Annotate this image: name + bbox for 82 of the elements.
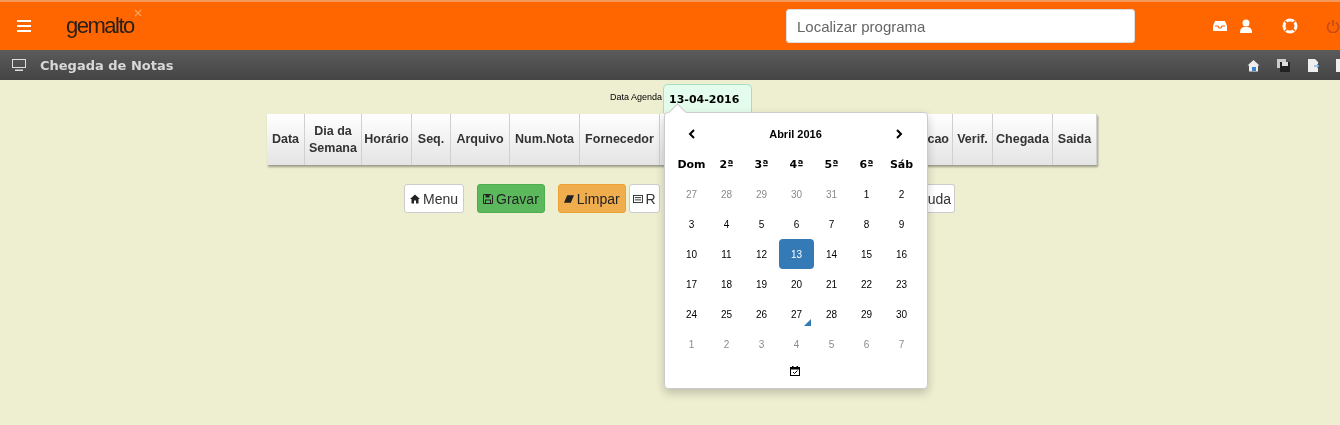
previous-month-icon[interactable] [688, 129, 696, 139]
calendar-icon[interactable] [789, 366, 800, 376]
calendar-day[interactable]: 16 [884, 239, 919, 269]
column-header: Data [267, 114, 305, 165]
eraser-icon [563, 193, 574, 204]
column-header: Fornecedor [580, 114, 660, 165]
calendar-day[interactable]: 2 [884, 179, 919, 209]
column-header: Saida [1053, 114, 1097, 165]
save-icon[interactable] [1277, 58, 1290, 72]
calendar-day[interactable]: 3 [674, 209, 709, 239]
calendar-day[interactable]: 5 [744, 209, 779, 239]
calendar-day[interactable]: 1 [674, 329, 709, 359]
help-button[interactable]: uda [928, 184, 955, 213]
calendar-day[interactable]: 28 [709, 179, 744, 209]
lifebuoy-icon[interactable] [1282, 18, 1298, 34]
column-header: Horário [362, 114, 412, 165]
calendar-day[interactable]: 6 [849, 329, 884, 359]
calendar-day[interactable]: 2 [709, 329, 744, 359]
next-month-icon[interactable] [895, 129, 903, 139]
calendar-day[interactable]: 4 [709, 209, 744, 239]
column-header: Arquivo [451, 114, 510, 165]
calendar-day[interactable]: 8 [849, 209, 884, 239]
weekday-label: 3ª [753, 156, 770, 173]
month-title[interactable]: Abril 2016 [769, 128, 822, 140]
column-header: Num.Nota [510, 114, 580, 165]
action-button[interactable]: R [628, 184, 660, 213]
user-icon[interactable] [1240, 19, 1252, 33]
calendar-day[interactable]: 14 [814, 239, 849, 269]
calendar-day[interactable]: 25 [709, 299, 744, 329]
calendar-day[interactable]: 1 [849, 179, 884, 209]
action-button[interactable]: Gravar [477, 184, 545, 213]
column-header: Dia da Semana [305, 114, 362, 165]
calendar-day[interactable]: 22 [849, 269, 884, 299]
date-label: Data Agenda [610, 92, 663, 102]
list-icon [632, 193, 643, 204]
sparkle-icon [133, 9, 142, 17]
home-icon [410, 193, 420, 204]
calendar-day[interactable]: 17 [674, 269, 709, 299]
calendar-day[interactable]: 23 [884, 269, 919, 299]
calendar-day[interactable]: 31 [814, 179, 849, 209]
calendar-day[interactable]: 7 [814, 209, 849, 239]
calendar-day[interactable]: 29 [744, 179, 779, 209]
calendar-day[interactable]: 9 [884, 209, 919, 239]
calendar-day[interactable]: 10 [674, 239, 709, 269]
calendar-day[interactable]: 29 [849, 299, 884, 329]
weekday-label: 6ª [858, 156, 875, 173]
calendar-day[interactable]: 18 [709, 269, 744, 299]
home-icon[interactable] [1247, 58, 1260, 72]
calendar-day[interactable]: 20 [779, 269, 814, 299]
weekday-label: 2ª [718, 156, 735, 173]
calendar-day[interactable]: 30 [779, 179, 814, 209]
monitor-icon [12, 59, 26, 71]
calendar-day[interactable]: 27 [779, 299, 814, 329]
calendar-day[interactable]: 6 [779, 209, 814, 239]
calendar-day[interactable]: 13 [779, 239, 814, 269]
date-field[interactable]: 13-04-2016 [663, 84, 753, 113]
logo: gemalto [66, 13, 134, 39]
inbox-icon[interactable] [1213, 19, 1227, 33]
search-field[interactable]: Localizar programa [786, 9, 1135, 43]
calendar-day[interactable]: 11 [709, 239, 744, 269]
column-header: Seq. [412, 114, 451, 165]
column-header: Chegada [993, 114, 1053, 165]
calendar-day[interactable]: 15 [849, 239, 884, 269]
action-button[interactable]: Menu [404, 184, 465, 213]
calendar-day[interactable]: 7 [884, 329, 919, 359]
weekday-label: 5ª [823, 156, 840, 173]
action-button[interactable]: Limpar [557, 184, 626, 213]
calendar-day[interactable]: 3 [744, 329, 779, 359]
column-header: Verif. [953, 114, 993, 165]
calendar-day[interactable]: 28 [814, 299, 849, 329]
calendar-day[interactable]: 27 [674, 179, 709, 209]
calendar-day[interactable]: 24 [674, 299, 709, 329]
menu-icon[interactable] [17, 20, 31, 32]
calendar-day[interactable]: 5 [814, 329, 849, 359]
weekday-label: 4ª [788, 156, 805, 173]
calendar-day[interactable]: 21 [814, 269, 849, 299]
calendar-day[interactable]: 19 [744, 269, 779, 299]
calendar-day[interactable]: 30 [884, 299, 919, 329]
page-title: Chegada de Notas [40, 57, 174, 73]
calendar-day[interactable]: 26 [744, 299, 779, 329]
weekday-label: Dom [676, 156, 707, 173]
calendar-day[interactable]: 12 [744, 239, 779, 269]
